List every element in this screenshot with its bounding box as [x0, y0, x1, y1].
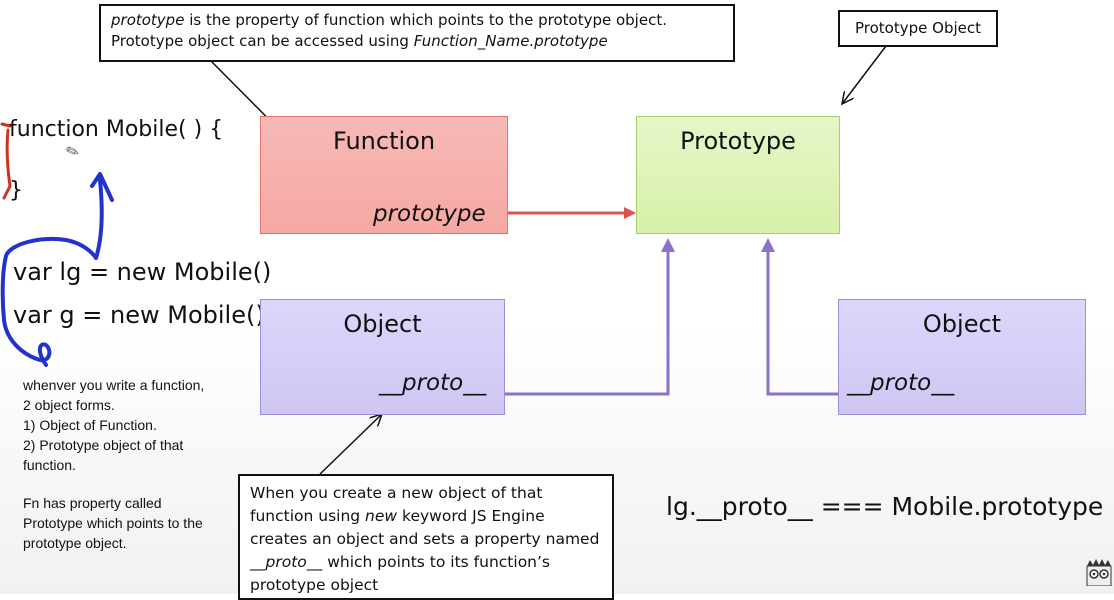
- prototype-property-callout: prototype is the property of function wh…: [99, 4, 735, 62]
- mascot-icon: [1086, 559, 1112, 586]
- proto-equality-statement: lg.__proto__ === Mobile.prototype: [666, 492, 1104, 521]
- right-object-to-prototype-arrow: [761, 238, 838, 396]
- note-line: 2 object forms.: [23, 397, 115, 413]
- note-line: Prototype which points to the: [23, 515, 203, 531]
- note-line: prototype object.: [23, 535, 127, 551]
- code-line-close-brace: }: [9, 178, 23, 203]
- prototype-object-label-text: Prototype Object: [855, 19, 981, 37]
- bottom-callout-line-4b: which points to its function’s: [322, 553, 550, 571]
- note-line: 2) Prototype object of that: [23, 437, 184, 453]
- object-box-right-title: Object: [922, 310, 1002, 338]
- object-box-left-title: Object: [343, 310, 422, 338]
- function-box: Function prototype: [260, 116, 508, 234]
- bottom-callout-new-word: new: [365, 507, 398, 525]
- object-box-left-proto-prop: __proto__: [379, 370, 487, 396]
- bottom-callout-line-2b: keyword JS Engine: [397, 507, 545, 525]
- bottom-callout-line-4: __proto__ which points to its function’s: [250, 551, 602, 574]
- code-line-var-g: var g = new Mobile(): [13, 301, 265, 329]
- bottom-callout-line-1: When you create a new object of that: [250, 484, 543, 502]
- note-line: function.: [23, 457, 76, 473]
- bottom-callout-line-3: creates an object and sets a property na…: [250, 530, 600, 548]
- note-spacer: [23, 475, 243, 493]
- code-line-function: function Mobile( ) {: [9, 117, 224, 142]
- bottom-callout-pointer: [319, 414, 382, 475]
- callout-line-2-text: Prototype object can be accessed using: [111, 32, 414, 50]
- callout-line-1: prototype is the property of function wh…: [111, 10, 723, 31]
- new-keyword-callout: When you create a new object of that fun…: [238, 474, 614, 600]
- callout-prototype-word: prototype: [111, 11, 185, 29]
- object-box-right-proto-prop: __proto__: [847, 370, 955, 396]
- callout-line-1-text: is the property of function which points…: [184, 11, 667, 29]
- object-box-right: Object __proto__: [838, 299, 1086, 415]
- object-box-left: Object __proto__: [260, 299, 505, 415]
- bottom-callout-line-2: function using new keyword JS Engine: [250, 505, 602, 528]
- notes-block: whenver you write a function, 2 object f…: [23, 375, 243, 553]
- left-object-to-prototype-arrow: [505, 238, 675, 396]
- callout-line-2: Prototype object can be accessed using F…: [111, 31, 723, 52]
- function-box-title: Function: [332, 127, 436, 155]
- proto-object-label-pointer: [842, 45, 887, 104]
- prototype-box-title: Prototype: [680, 127, 796, 155]
- note-line: whenver you write a function,: [23, 377, 205, 393]
- function-box-prototype-prop: prototype: [373, 201, 486, 227]
- callout-function-name-prototype: Function_Name.prototype: [413, 32, 608, 50]
- bottom-callout-proto-word: __proto__: [250, 553, 323, 571]
- prototype-box: Prototype: [636, 116, 840, 234]
- prototype-object-label: Prototype Object: [838, 10, 998, 47]
- bottom-callout-line-2a: function using: [250, 507, 366, 525]
- code-line-var-lg: var lg = new Mobile(): [13, 258, 272, 286]
- note-line: 1) Object of Function.: [23, 417, 157, 433]
- note-line: Fn has property called: [23, 495, 162, 511]
